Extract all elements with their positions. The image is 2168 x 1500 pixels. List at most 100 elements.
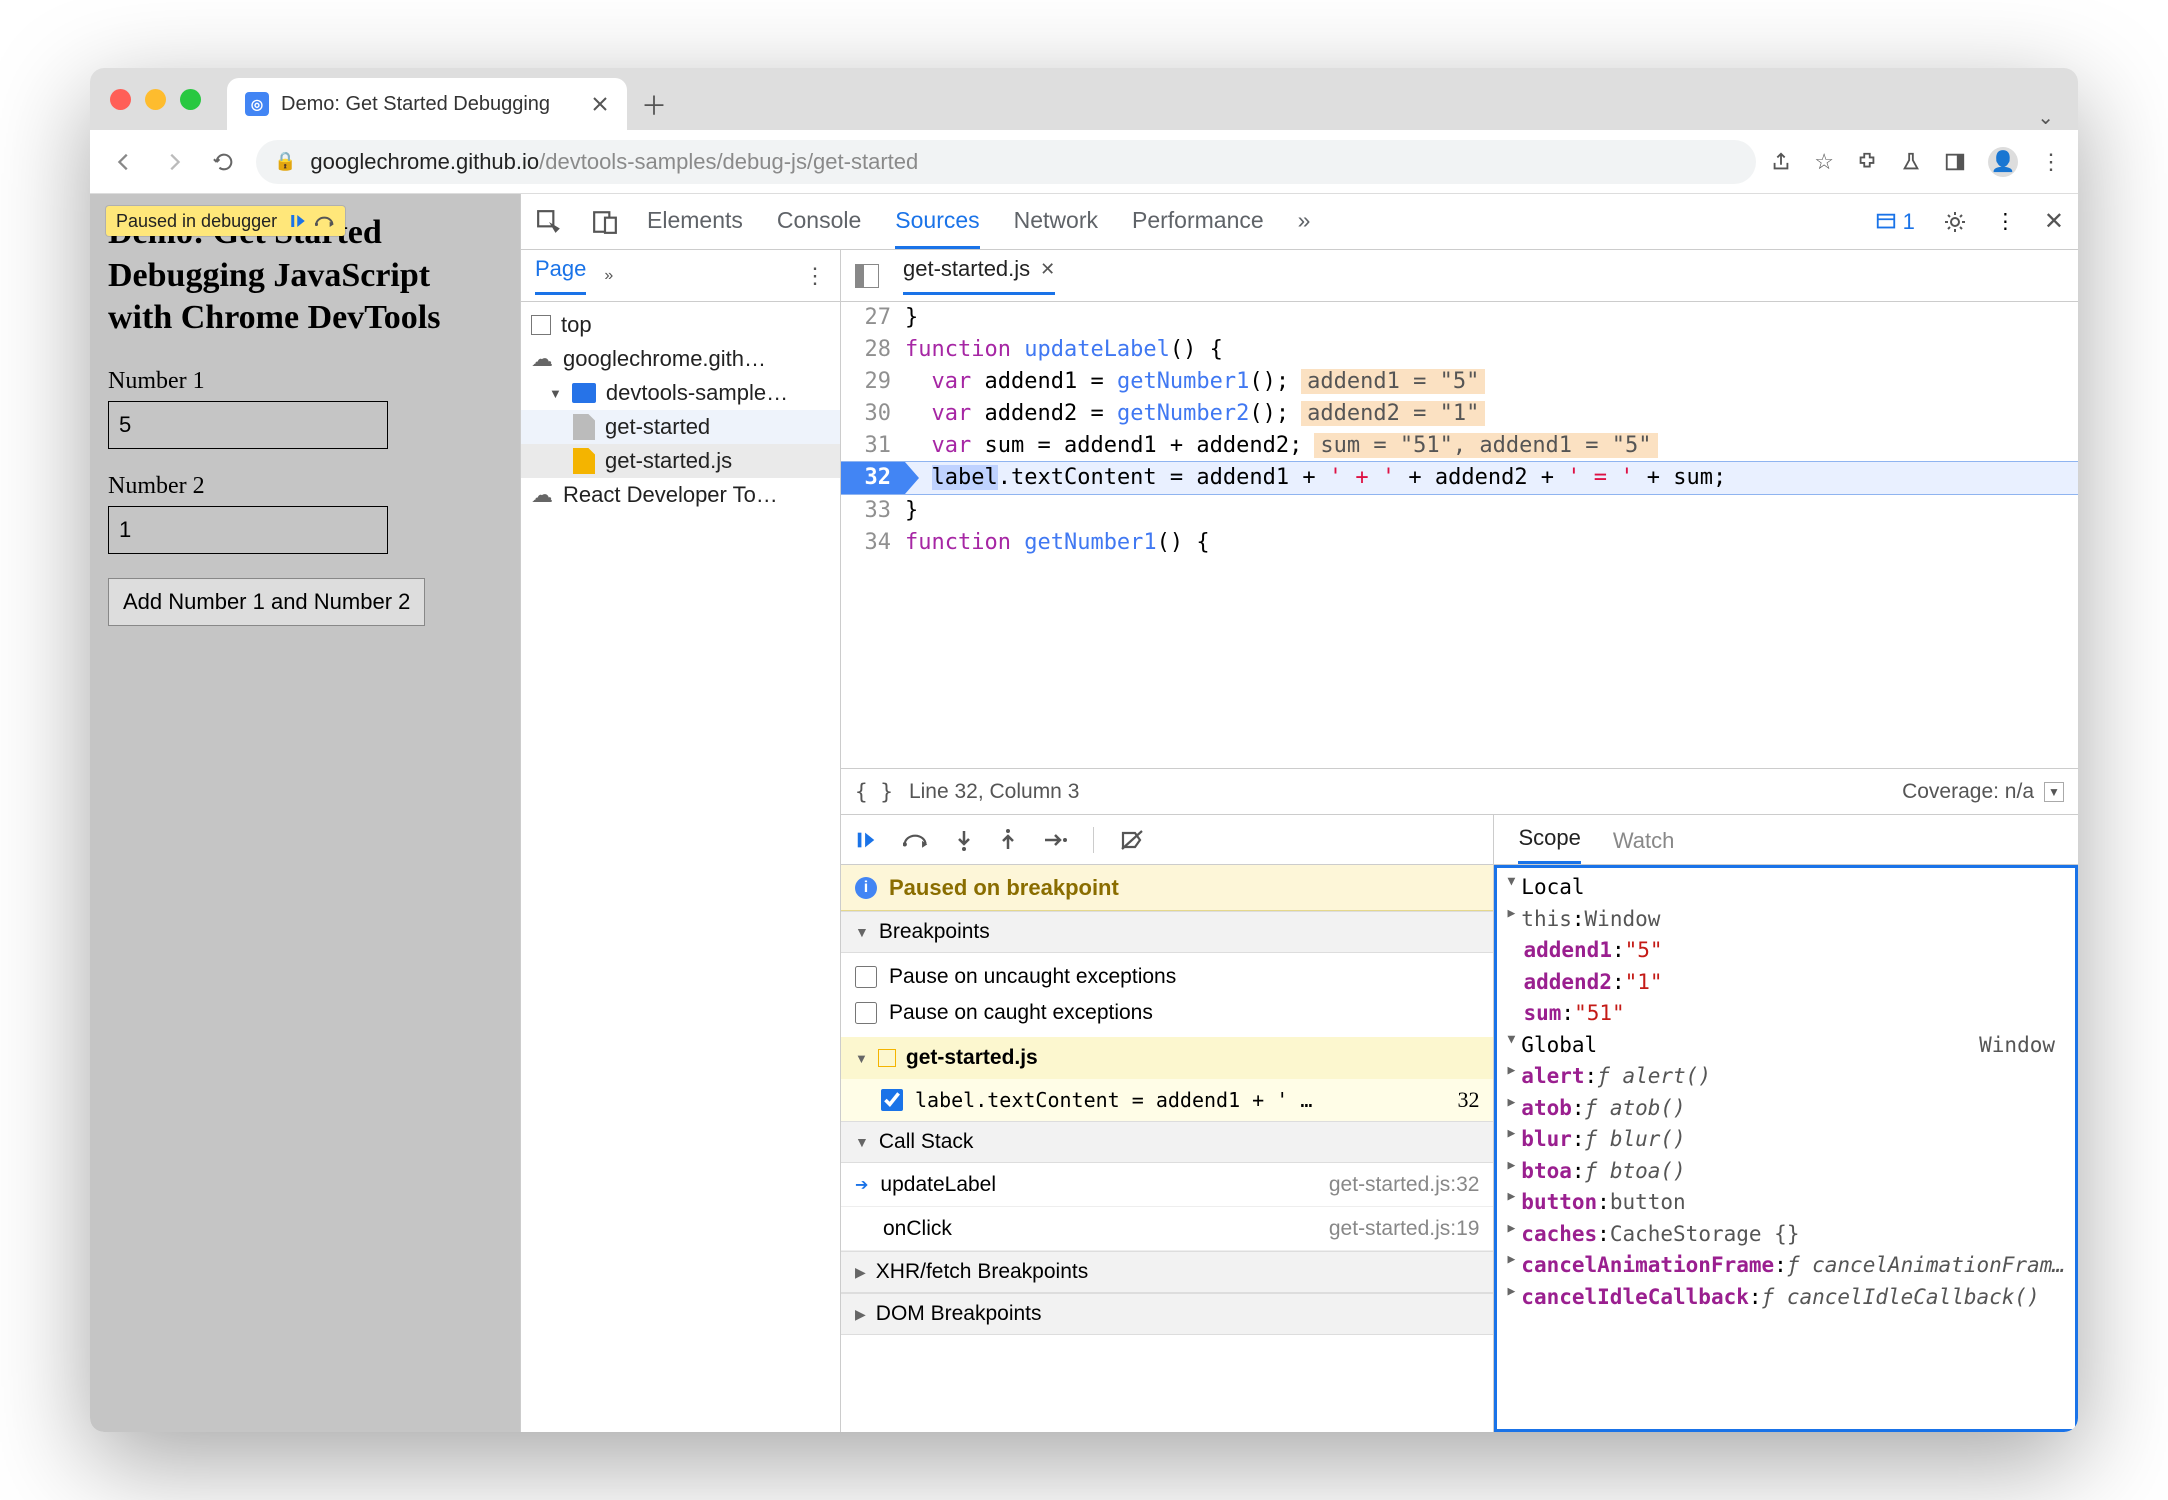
paused-banner: i Paused on breakpoint [841, 865, 1493, 911]
breakpoint-file[interactable]: ▼get-started.js [841, 1037, 1493, 1079]
scope-body[interactable]: Localthis: Windowaddend1: "5"addend2: "1… [1494, 865, 2078, 1432]
overlay-step-icon[interactable] [315, 212, 335, 230]
section-xhr[interactable]: ▶XHR/fetch Breakpoints [841, 1251, 1493, 1293]
settings-icon[interactable] [1943, 210, 1967, 234]
code-line[interactable]: 32 label.textContent = addend1 + ' + ' +… [841, 461, 2078, 495]
nav-tab-page[interactable]: Page [535, 256, 586, 295]
browser-tab[interactable]: ◎ Demo: Get Started Debugging [227, 78, 627, 130]
inspect-icon[interactable] [535, 209, 563, 235]
tab-scope[interactable]: Scope [1518, 825, 1580, 864]
tabs-menu-icon[interactable]: ⌄ [2037, 105, 2054, 130]
issues-indicator[interactable]: 1 [1875, 209, 1915, 235]
url-text: googlechrome.github.io/devtools-samples/… [310, 149, 918, 175]
section-callstack[interactable]: ▼Call Stack [841, 1121, 1493, 1163]
resume-icon[interactable] [855, 829, 877, 851]
browser-menu-icon[interactable]: ⋮ [2040, 149, 2062, 175]
section-dom[interactable]: ▶DOM Breakpoints [841, 1293, 1493, 1335]
address-bar[interactable]: 🔒 googlechrome.github.io/devtools-sample… [256, 140, 1756, 184]
maximize-window[interactable] [180, 89, 201, 110]
section-breakpoints[interactable]: ▼Breakpoints [841, 911, 1493, 953]
editor-status: { } Line 32, Column 3 Coverage: n/a ▼ [841, 768, 2078, 814]
labs-icon[interactable] [1900, 151, 1922, 173]
paused-overlay: Paused in debugger [106, 206, 345, 236]
window-controls [110, 68, 201, 130]
overlay-resume-icon[interactable] [289, 212, 307, 230]
number2-input[interactable] [108, 506, 388, 554]
nav-more-icon[interactable]: » [604, 267, 613, 285]
panel-elements[interactable]: Elements [647, 207, 743, 249]
add-button[interactable]: Add Number 1 and Number 2 [108, 578, 425, 626]
code-line[interactable]: 34function getNumber1() { [841, 527, 2078, 559]
bookmark-icon[interactable]: ☆ [1814, 149, 1834, 175]
breakpoint-item[interactable]: label.textContent = addend1 + ' … 32 [841, 1079, 1493, 1121]
panel-console[interactable]: Console [777, 207, 861, 249]
debugger-toolbar [841, 815, 1493, 865]
devtools-menu-icon[interactable]: ⋮ [1995, 209, 2016, 234]
tree-top[interactable]: top [521, 308, 840, 342]
forward-button[interactable] [156, 144, 192, 180]
code-line[interactable]: 30 var addend2 = getNumber2();addend2 = … [841, 398, 2078, 430]
step-into-icon[interactable] [955, 829, 973, 851]
panel-network[interactable]: Network [1014, 207, 1098, 249]
device-icon[interactable] [591, 209, 619, 235]
code-line[interactable]: 27} [841, 302, 2078, 334]
favicon-icon: ◎ [245, 92, 269, 116]
pause-uncaught-label: Pause on uncaught exceptions [889, 965, 1176, 989]
code-line[interactable]: 33} [841, 495, 2078, 527]
close-window[interactable] [110, 89, 131, 110]
code-line[interactable]: 29 var addend1 = getNumber1();addend1 = … [841, 366, 2078, 398]
editor-tab[interactable]: get-started.js✕ [903, 256, 1055, 295]
panel-performance[interactable]: Performance [1132, 207, 1264, 249]
callstack-frame[interactable]: ➔updateLabelget-started.js:32 [841, 1163, 1493, 1207]
share-icon[interactable] [1770, 151, 1792, 173]
toggle-navigator-icon[interactable] [855, 264, 879, 288]
paused-overlay-label: Paused in debugger [116, 211, 277, 232]
minimize-window[interactable] [145, 89, 166, 110]
lock-icon: 🔒 [274, 151, 296, 172]
coverage-dropdown-icon[interactable]: ▼ [2044, 782, 2064, 802]
pause-uncaught-checkbox[interactable] [855, 966, 877, 988]
breakpoint-line: 32 [1457, 1087, 1479, 1113]
reload-button[interactable] [206, 144, 242, 180]
close-devtools-icon[interactable]: ✕ [2044, 207, 2064, 236]
tree-file-html[interactable]: get-started [521, 410, 840, 444]
devtools-tabbar: Elements Console Sources Network Perform… [521, 194, 2078, 250]
tree-origin[interactable]: ☁︎googlechrome.gith… [521, 342, 840, 376]
scope-tabs: Scope Watch [1494, 815, 2078, 865]
close-tab-icon[interactable] [591, 95, 609, 113]
nav-menu-icon[interactable]: ⋮ [804, 263, 826, 289]
code-editor[interactable]: 27}28function updateLabel() {29 var adde… [841, 302, 2078, 768]
step-out-icon[interactable] [999, 829, 1017, 851]
pause-caught-checkbox[interactable] [855, 1002, 877, 1024]
panel-more-icon[interactable]: » [1298, 207, 1311, 249]
deactivate-breakpoints-icon[interactable] [1120, 829, 1144, 851]
new-tab-button[interactable]: ＋ [641, 78, 667, 130]
back-button[interactable] [106, 144, 142, 180]
current-frame-icon: ➔ [855, 1175, 868, 1195]
tree-folder[interactable]: ▼devtools-sample… [521, 376, 840, 410]
side-panel-icon[interactable] [1944, 151, 1966, 173]
number1-input[interactable] [108, 401, 388, 449]
step-icon[interactable] [1043, 831, 1067, 849]
callstack-frame[interactable]: onClickget-started.js:19 [841, 1207, 1493, 1251]
tree-extension[interactable]: ☁︎React Developer To… [521, 478, 840, 512]
pretty-print-icon[interactable]: { } [855, 780, 893, 804]
tree-file-js[interactable]: get-started.js [521, 444, 840, 478]
profile-avatar[interactable]: 👤 [1988, 147, 2018, 177]
toolbar: 🔒 googlechrome.github.io/devtools-sample… [90, 130, 2078, 194]
code-line[interactable]: 28function updateLabel() { [841, 334, 2078, 366]
tab-title: Demo: Get Started Debugging [281, 93, 579, 116]
sources-navigator: Page » ⋮ top ☁︎googlechrome.gith… ▼devto… [521, 250, 841, 1432]
extensions-icon[interactable] [1856, 151, 1878, 173]
info-icon: i [855, 877, 877, 899]
number1-label: Number 1 [108, 368, 502, 395]
panel-sources[interactable]: Sources [895, 207, 979, 249]
step-over-icon[interactable] [903, 830, 929, 850]
tab-strip: ◎ Demo: Get Started Debugging ＋ ⌄ [90, 68, 2078, 130]
close-file-icon[interactable]: ✕ [1040, 259, 1055, 280]
breakpoint-checkbox[interactable] [881, 1089, 903, 1111]
code-line[interactable]: 31 var sum = addend1 + addend2;sum = "51… [841, 430, 2078, 462]
number2-label: Number 2 [108, 473, 502, 500]
tab-watch[interactable]: Watch [1613, 828, 1675, 864]
debugger-panel: i Paused on breakpoint ▼Breakpoints Paus… [841, 814, 2078, 1432]
